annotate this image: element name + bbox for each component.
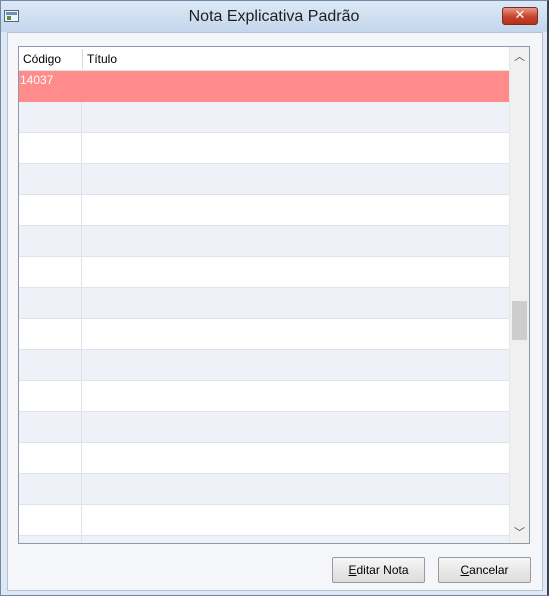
scroll-thumb[interactable] xyxy=(512,301,527,340)
cell-codigo[interactable] xyxy=(19,133,82,163)
cell-codigo[interactable] xyxy=(19,319,82,349)
cell-codigo[interactable] xyxy=(19,505,82,535)
table-row[interactable] xyxy=(19,133,509,164)
cell-titulo[interactable] xyxy=(83,195,509,227)
cell-codigo[interactable]: 14037 xyxy=(19,71,82,101)
cell-codigo[interactable] xyxy=(19,102,82,132)
cell-codigo[interactable] xyxy=(19,412,82,442)
cell-titulo[interactable] xyxy=(83,226,509,258)
table-row[interactable] xyxy=(19,164,509,195)
close-icon: ✕ xyxy=(514,8,526,23)
table-row[interactable] xyxy=(19,288,509,319)
cell-codigo[interactable] xyxy=(19,257,82,287)
cell-codigo[interactable] xyxy=(19,195,82,225)
window-title: Nota Explicativa Padrão xyxy=(188,8,360,25)
scroll-up-button[interactable]: ︿ xyxy=(510,47,529,67)
table-row[interactable]: 14037 xyxy=(19,71,509,102)
dialog-window: Nota Explicativa Padrão ✕ Código Título … xyxy=(0,0,549,596)
cell-titulo[interactable] xyxy=(83,102,509,134)
cell-titulo[interactable] xyxy=(83,505,509,537)
table-row[interactable] xyxy=(19,195,509,226)
table-row[interactable] xyxy=(19,350,509,381)
cell-codigo[interactable] xyxy=(19,474,82,504)
chevron-up-icon: ︿ xyxy=(514,51,525,63)
scroll-down-button[interactable]: ﹀ xyxy=(510,523,529,543)
close-button[interactable]: ✕ xyxy=(502,7,538,25)
editar-nota-button[interactable]: Editar Nota xyxy=(332,557,425,583)
table-row[interactable] xyxy=(19,381,509,412)
cell-codigo[interactable] xyxy=(19,288,82,318)
cell-titulo[interactable] xyxy=(83,381,509,413)
table-row[interactable] xyxy=(19,412,509,443)
grid-header: Código Título xyxy=(19,47,509,71)
column-header-codigo[interactable]: Código xyxy=(23,52,61,66)
cell-titulo[interactable] xyxy=(83,288,509,320)
table-row[interactable] xyxy=(19,102,509,133)
cancelar-button[interactable]: Cancelar xyxy=(438,557,531,583)
cell-titulo[interactable] xyxy=(83,350,509,382)
table-row[interactable] xyxy=(19,257,509,288)
cell-titulo[interactable] xyxy=(83,319,509,351)
cell-codigo[interactable] xyxy=(19,226,82,256)
table-row[interactable] xyxy=(19,536,509,543)
table-row[interactable] xyxy=(19,505,509,536)
cell-titulo[interactable] xyxy=(83,71,509,103)
dialog-client-area: Código Título 14037 ︿ ﹀ Editar Nota Canc… xyxy=(7,32,543,591)
cancelar-label: ancelar xyxy=(469,563,509,577)
table-row[interactable] xyxy=(19,226,509,257)
table-row[interactable] xyxy=(19,474,509,505)
cell-titulo[interactable] xyxy=(83,443,509,475)
cancelar-mnemonic: C xyxy=(460,563,470,577)
cell-titulo[interactable] xyxy=(83,412,509,444)
cell-codigo[interactable] xyxy=(19,164,82,194)
column-header-titulo[interactable]: Título xyxy=(87,52,117,66)
cell-codigo[interactable] xyxy=(19,381,82,411)
chevron-down-icon: ﹀ xyxy=(514,527,525,539)
cell-codigo[interactable] xyxy=(19,443,82,473)
title-bar[interactable]: Nota Explicativa Padrão ✕ xyxy=(1,1,547,32)
vertical-scrollbar[interactable]: ︿ ﹀ xyxy=(509,47,529,543)
column-divider[interactable] xyxy=(82,49,83,69)
cell-codigo[interactable] xyxy=(19,350,82,380)
grid-rows: 14037 xyxy=(19,71,509,543)
cell-titulo[interactable] xyxy=(83,474,509,506)
editar-label: ditar Nota xyxy=(356,563,409,577)
cell-titulo[interactable] xyxy=(83,133,509,165)
table-row[interactable] xyxy=(19,319,509,350)
table-row[interactable] xyxy=(19,443,509,474)
cell-titulo[interactable] xyxy=(83,536,509,543)
notes-grid[interactable]: Código Título 14037 ︿ ﹀ xyxy=(18,46,530,544)
cell-titulo[interactable] xyxy=(83,257,509,289)
cell-codigo[interactable] xyxy=(19,536,82,543)
cell-titulo[interactable] xyxy=(83,164,509,196)
